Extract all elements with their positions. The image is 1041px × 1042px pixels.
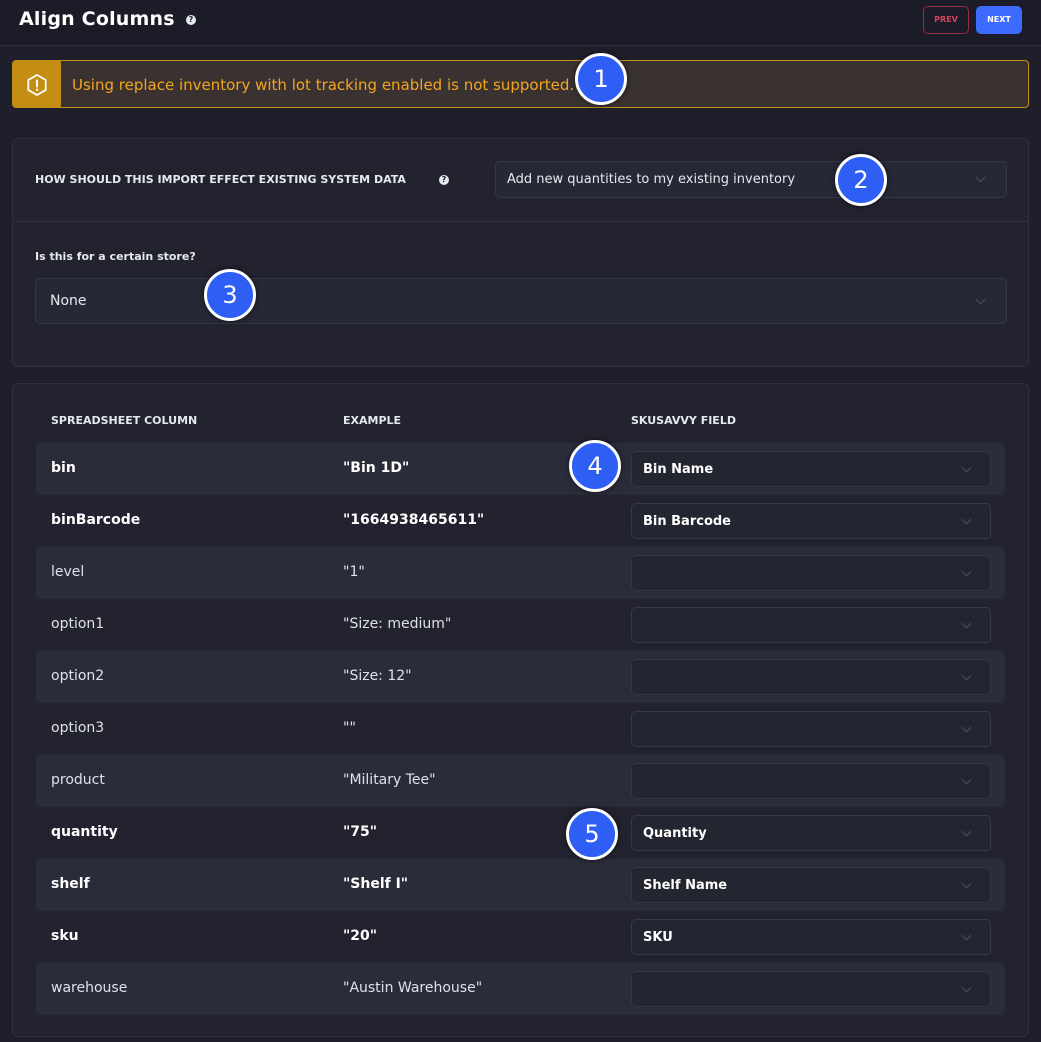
- step-marker-3: 3: [204, 269, 256, 321]
- store-label: Is this for a certain store?: [35, 250, 196, 263]
- column-name: warehouse: [51, 980, 128, 996]
- chevron-down-icon: [961, 878, 972, 889]
- example-value: "Shelf I": [343, 876, 409, 892]
- step-marker-1: 1: [575, 53, 627, 105]
- column-name: binBarcode: [51, 512, 141, 528]
- field-value: Bin Name: [643, 462, 714, 477]
- store-select[interactable]: None: [35, 278, 1007, 324]
- table-row: quantity "75" Quantity: [36, 807, 1005, 859]
- field-value: SKU: [643, 930, 673, 945]
- chevron-down-icon: [975, 294, 986, 305]
- column-name: sku: [51, 928, 79, 944]
- page-title: Align Columns: [19, 8, 175, 30]
- table-row: option3 "": [36, 703, 1005, 755]
- step-marker-4: 4: [569, 440, 621, 492]
- chevron-down-icon: [961, 982, 972, 993]
- header-spreadsheet-column: SPREADSHEET COLUMN: [51, 414, 198, 427]
- field-select[interactable]: Shelf Name: [631, 867, 991, 903]
- table-row: binBarcode "1664938465611" Bin Barcode: [36, 495, 1005, 547]
- field-value: Shelf Name: [643, 878, 728, 893]
- example-value: "Military Tee": [343, 772, 436, 788]
- warning-icon: [27, 74, 47, 96]
- table-row: sku "20" SKU: [36, 911, 1005, 963]
- field-value: Quantity: [643, 826, 707, 841]
- field-value: Bin Barcode: [643, 514, 731, 529]
- chevron-down-icon: [961, 618, 972, 629]
- import-mode-value: Add new quantities to my existing invent…: [507, 172, 796, 187]
- store-value: None: [50, 293, 87, 309]
- field-select[interactable]: [631, 711, 991, 747]
- chevron-down-icon: [961, 462, 972, 473]
- column-name: bin: [51, 460, 76, 476]
- column-name: option3: [51, 720, 105, 736]
- import-mode-select[interactable]: Add new quantities to my existing invent…: [495, 161, 1007, 198]
- chevron-down-icon: [961, 826, 972, 837]
- table-row: product "Military Tee": [36, 755, 1005, 807]
- field-select[interactable]: [631, 607, 991, 643]
- warning-banner: Using replace inventory with lot trackin…: [12, 60, 1029, 108]
- chevron-down-icon: [961, 930, 972, 941]
- chevron-down-icon: [961, 774, 972, 785]
- column-name: quantity: [51, 824, 118, 840]
- header-example: EXAMPLE: [343, 414, 402, 427]
- field-select[interactable]: [631, 763, 991, 799]
- table-row: shelf "Shelf I" Shelf Name: [36, 859, 1005, 911]
- chevron-down-icon: [961, 722, 972, 733]
- table-row: option1 "Size: medium": [36, 599, 1005, 651]
- table-row: level "1": [36, 547, 1005, 599]
- column-mapping-table: SPREADSHEET COLUMN EXAMPLE SKUSAVVY FIEL…: [12, 383, 1029, 1037]
- field-select[interactable]: Bin Barcode: [631, 503, 991, 539]
- column-name: option2: [51, 668, 105, 684]
- table-row: option2 "Size: 12": [36, 651, 1005, 703]
- next-button[interactable]: NEXT: [976, 6, 1022, 34]
- field-select[interactable]: Bin Name: [631, 451, 991, 487]
- table-row: bin "Bin 1D" Bin Name: [36, 443, 1005, 495]
- header-bar: Align Columns ? PREV NEXT: [0, 0, 1041, 46]
- warning-message: Using replace inventory with lot trackin…: [72, 76, 575, 94]
- divider: [13, 221, 1028, 222]
- example-value: "Size: medium": [343, 616, 452, 632]
- header-skusavvy-field: SKUSAVVY FIELD: [631, 414, 736, 427]
- help-icon[interactable]: ?: [439, 175, 449, 185]
- help-icon[interactable]: ?: [186, 15, 196, 25]
- table-row: warehouse "Austin Warehouse": [36, 963, 1005, 1015]
- column-name: option1: [51, 616, 105, 632]
- chevron-down-icon: [961, 514, 972, 525]
- prev-button[interactable]: PREV: [923, 6, 969, 34]
- field-select[interactable]: [631, 659, 991, 695]
- example-value: "1664938465611": [343, 512, 485, 528]
- example-value: "Bin 1D": [343, 460, 410, 476]
- step-marker-2: 2: [835, 154, 887, 206]
- chevron-down-icon: [961, 566, 972, 577]
- field-select[interactable]: [631, 971, 991, 1007]
- example-value: "1": [343, 564, 365, 580]
- example-value: "75": [343, 824, 378, 840]
- warning-icon-box: [13, 61, 61, 107]
- example-value: "Austin Warehouse": [343, 980, 483, 996]
- column-name: shelf: [51, 876, 90, 892]
- field-select[interactable]: SKU: [631, 919, 991, 955]
- example-value: "": [343, 720, 356, 736]
- example-value: "20": [343, 928, 378, 944]
- column-name: level: [51, 564, 85, 580]
- import-mode-label: HOW SHOULD THIS IMPORT EFFECT EXISTING S…: [35, 173, 406, 186]
- example-value: "Size: 12": [343, 668, 412, 684]
- step-marker-5: 5: [566, 808, 618, 860]
- chevron-down-icon: [975, 172, 986, 183]
- chevron-down-icon: [961, 670, 972, 681]
- field-select[interactable]: [631, 555, 991, 591]
- column-name: product: [51, 772, 105, 788]
- field-select[interactable]: Quantity: [631, 815, 991, 851]
